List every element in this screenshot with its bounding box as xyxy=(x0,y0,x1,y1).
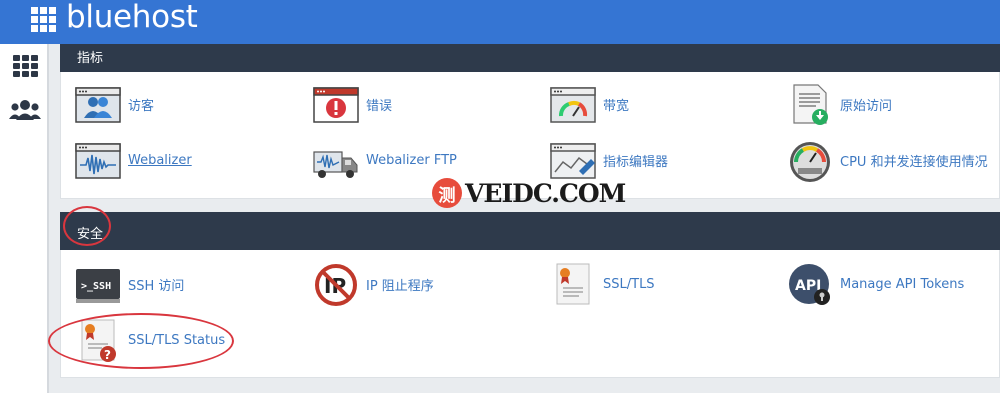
cpu-usage-item[interactable]: CPU 和并发连接使用情况 xyxy=(786,138,988,182)
webalizer-label: Webalizer xyxy=(128,152,192,168)
bandwidth-gauge-icon xyxy=(550,87,596,123)
visitors-label: 访客 xyxy=(128,98,155,114)
metrics-section-title: 指标 xyxy=(77,51,104,66)
visitors-icon xyxy=(75,87,121,123)
ip-blocker-label: IP 阻止程序 xyxy=(366,278,434,294)
metrics-section-header[interactable]: 指标 xyxy=(60,44,1000,72)
webalizer-waveform-icon xyxy=(75,143,121,179)
ssl-tls-label: SSL/TLS xyxy=(603,276,655,292)
visitors-item[interactable]: 访客 xyxy=(74,82,154,126)
annotation-circle-ssl-status xyxy=(48,313,234,369)
metrics-editor-icon xyxy=(550,143,596,179)
metrics-editor-item[interactable]: 指标编辑器 xyxy=(549,138,668,182)
cpanel-page: bluehost 指标 访客 错误 带宽 原始访问 Webalizer Weba… xyxy=(0,0,1000,393)
manage-api-tokens-label: Manage API Tokens xyxy=(840,276,965,292)
ssl-certificate-icon xyxy=(556,263,590,305)
webalizer-item[interactable]: Webalizer xyxy=(74,138,192,182)
errors-icon xyxy=(313,87,359,123)
ssl-tls-item[interactable]: SSL/TLS xyxy=(549,262,655,306)
errors-label: 错误 xyxy=(366,98,393,114)
watermark: 测 VEIDC.COM xyxy=(432,178,626,208)
api-token-icon: API xyxy=(789,264,830,305)
manage-api-tokens-item[interactable]: API Manage API Tokens xyxy=(786,262,964,306)
raw-access-document-icon xyxy=(793,84,828,125)
users-icon[interactable] xyxy=(8,98,42,124)
watermark-badge: 测 xyxy=(432,178,462,208)
brand-logo[interactable]: bluehost xyxy=(66,0,198,35)
watermark-text: VEIDC.COM xyxy=(465,178,626,208)
ip-blocker-icon: IP xyxy=(315,264,357,306)
raw-access-item[interactable]: 原始访问 xyxy=(786,82,892,126)
ssh-terminal-icon: >_SSH xyxy=(76,269,120,303)
ssh-access-item[interactable]: >_SSH SSH 访问 xyxy=(74,262,184,306)
raw-access-label: 原始访问 xyxy=(840,98,893,114)
apps-grid-icon[interactable] xyxy=(31,7,57,33)
left-rail xyxy=(0,44,49,393)
webalizer-ftp-label: Webalizer FTP xyxy=(366,152,457,168)
ssh-access-label: SSH 访问 xyxy=(128,278,185,294)
annotation-circle-security xyxy=(63,206,111,246)
ssh-icon-text: >_SSH xyxy=(81,281,111,292)
bandwidth-item[interactable]: 带宽 xyxy=(549,82,629,126)
tools-grid-icon[interactable] xyxy=(13,55,39,77)
errors-item[interactable]: 错误 xyxy=(312,82,392,126)
webalizer-ftp-truck-icon xyxy=(313,151,358,178)
bandwidth-label: 带宽 xyxy=(603,98,630,114)
ip-blocker-item[interactable]: IP IP 阻止程序 xyxy=(312,262,434,306)
cpu-usage-label: CPU 和并发连接使用情况 xyxy=(840,154,988,170)
top-bar: bluehost xyxy=(0,0,1000,44)
metrics-editor-label: 指标编辑器 xyxy=(603,154,669,170)
cpu-gauge-icon xyxy=(790,142,830,182)
webalizer-ftp-item[interactable]: Webalizer FTP xyxy=(312,138,457,182)
security-section-header[interactable]: 安全 xyxy=(60,212,1000,250)
